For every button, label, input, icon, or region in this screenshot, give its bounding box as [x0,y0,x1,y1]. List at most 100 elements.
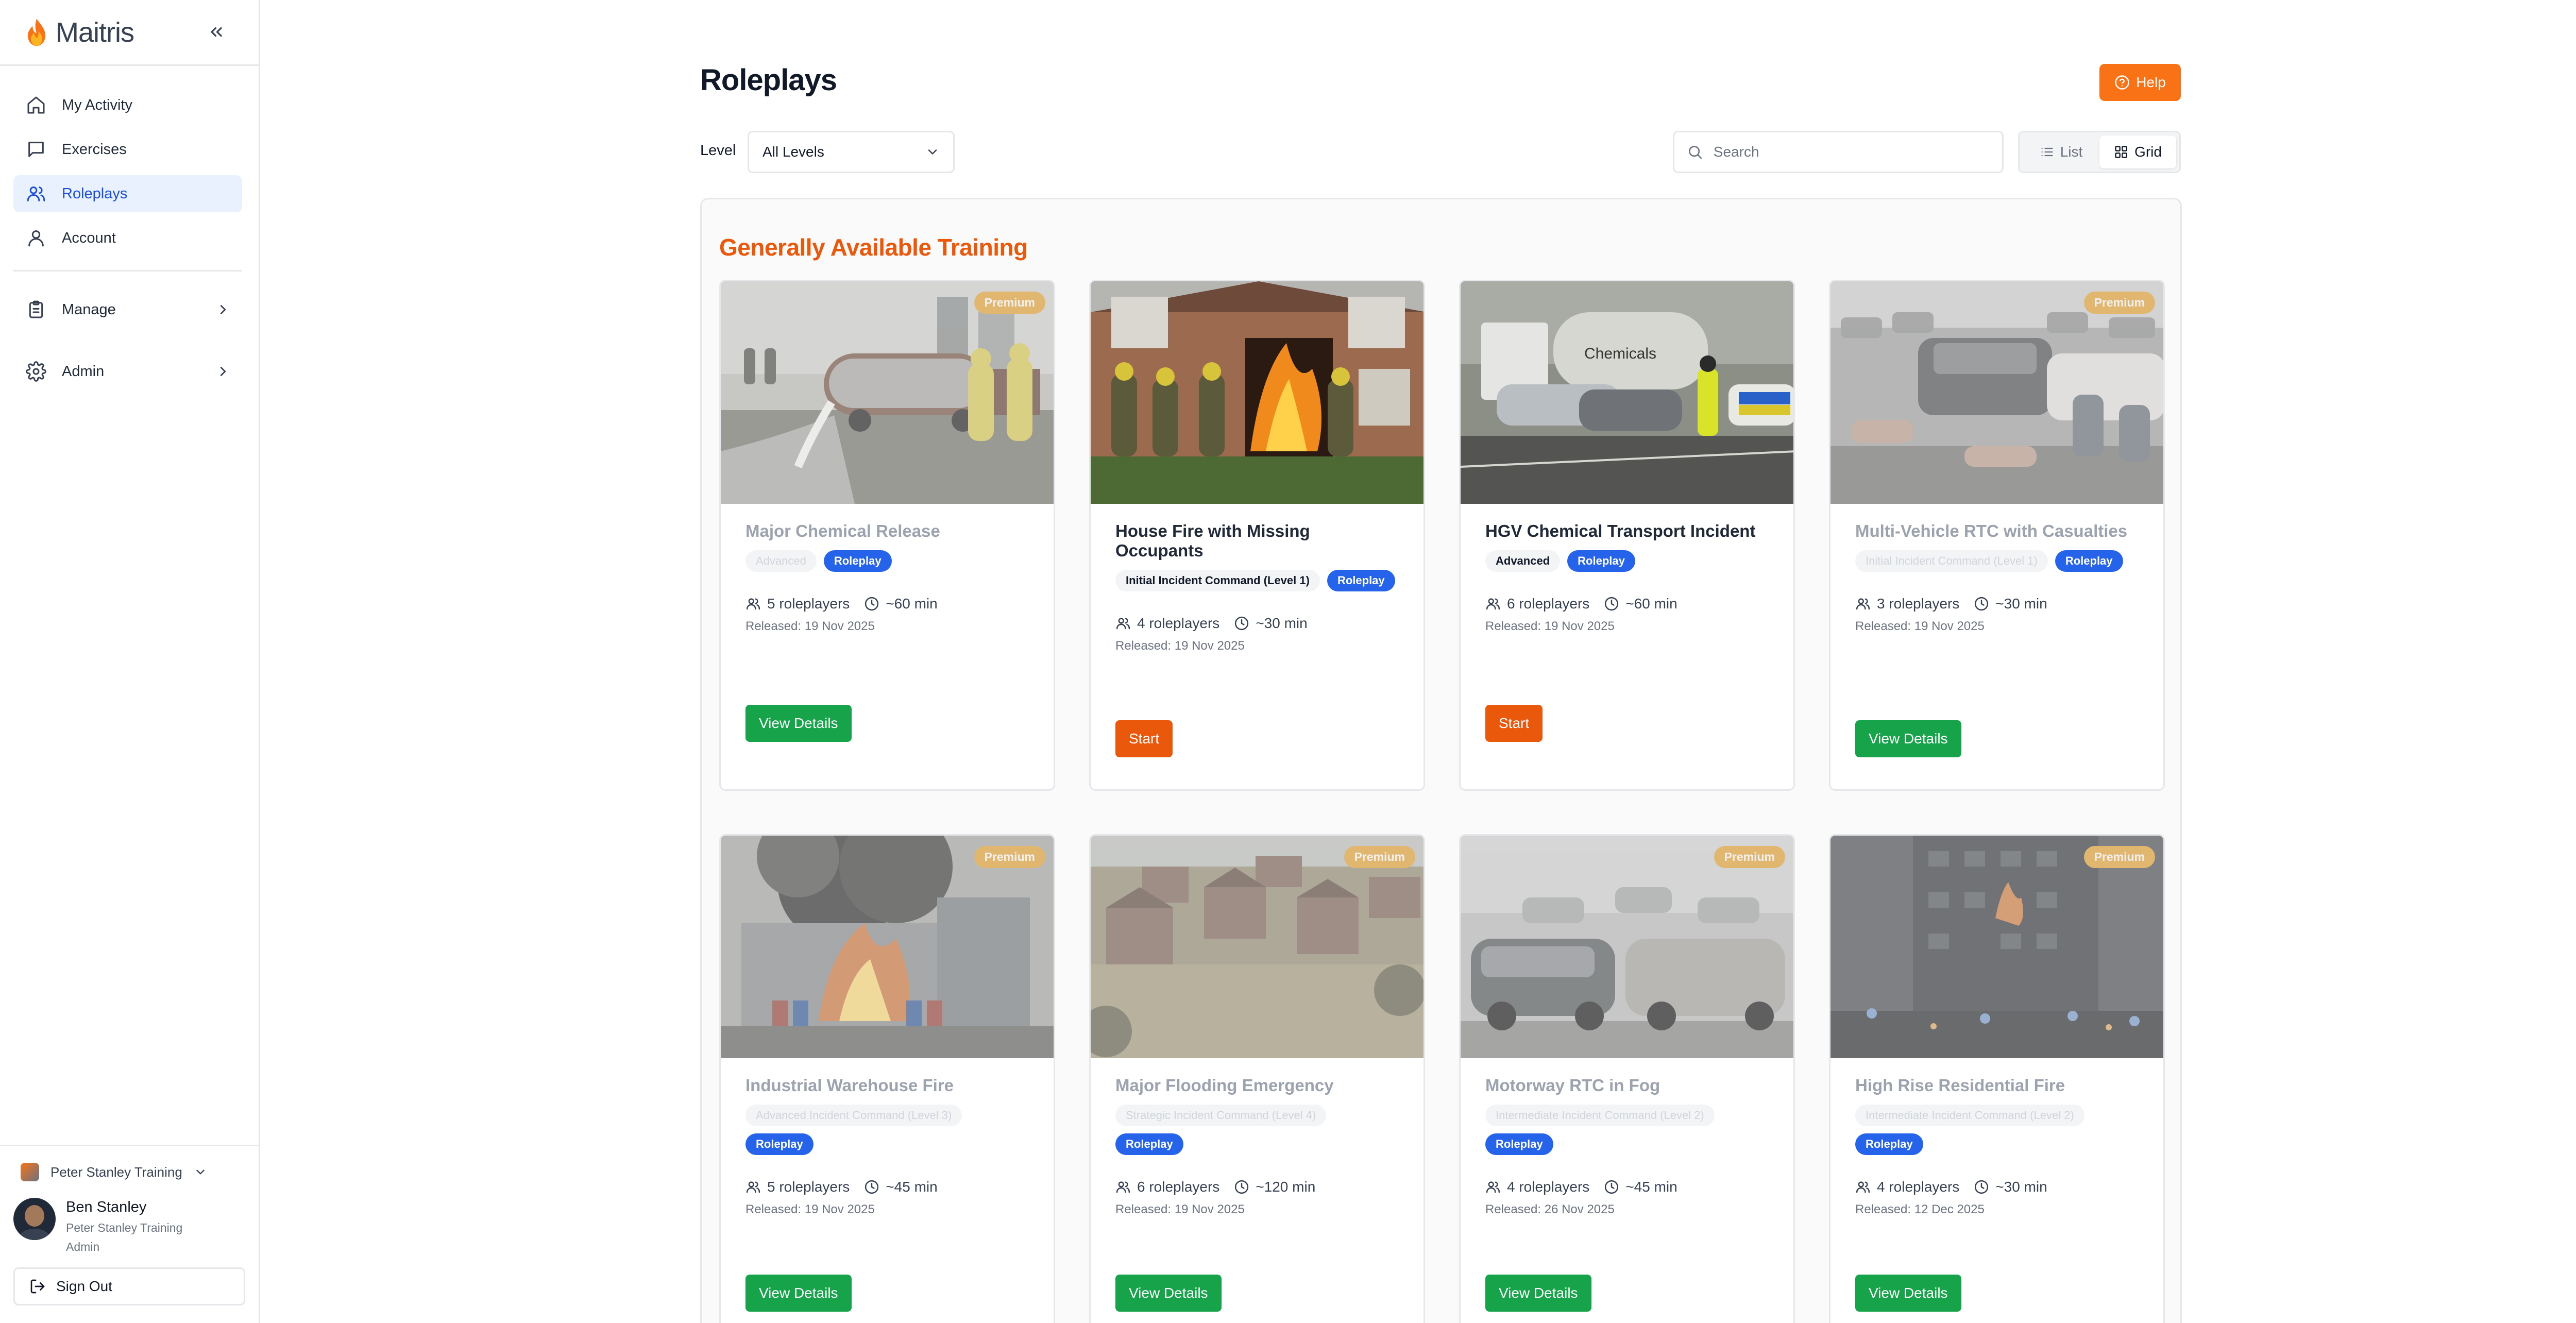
level-label: Level [700,142,736,159]
type-badge: Roleplay [1567,550,1635,572]
list-icon [2041,147,2053,157]
clock-icon [1975,597,1989,611]
start-button[interactable]: Start [1485,705,1543,742]
release-date: Released: 19 Nov 2025 [745,1202,875,1216]
user-icon [28,230,44,247]
view-details-button[interactable]: View Details [1115,1275,1222,1312]
roleplayer-count: 5 roleplayers [767,596,850,612]
view-details-button[interactable]: View Details [745,705,852,742]
search-input[interactable] [1713,144,1990,160]
users-icon [1486,1181,1500,1193]
release-date: Released: 19 Nov 2025 [1115,1202,1245,1216]
clock-icon [1605,1180,1619,1194]
view-grid-label: Grid [2134,144,2162,160]
roleplay-card[interactable]: Chemicals HGV Chemical Transport Inciden… [1459,280,1795,791]
sidebar-item-label: Exercises [62,141,127,158]
premium-badge: Premium [974,846,1045,868]
type-badge: Roleplay [1485,1133,1553,1155]
clock-icon [1235,616,1249,631]
card-image: Premium [1461,836,1793,1058]
help-button[interactable]: Help [2099,64,2181,101]
roleplay-card[interactable]: Premium Major Flooding Emergency Strateg… [1089,834,1425,1323]
card-title: HGV Chemical Transport Incident [1485,521,1756,540]
card-body: High Rise Residential Fire Intermediate … [1831,1058,2163,1217]
users-icon [27,186,45,201]
user-org: Peter Stanley Training [66,1221,183,1234]
release-date: Released: 12 Dec 2025 [1855,1202,1985,1216]
type-badge: Roleplay [823,550,892,572]
main-content: Roleplays Help Level All Levels List Gri… [260,0,2576,1323]
sidebar-item-exercises[interactable]: Exercises [13,131,242,168]
sign-out-button[interactable]: Sign Out [13,1267,245,1305]
users-icon [746,1181,760,1193]
view-toggle: List Grid [2018,131,2181,173]
search-box [1673,131,2004,173]
duration: ~30 min [1995,1179,2047,1195]
sidebar-item-account[interactable]: Account [13,219,242,257]
chat-icon [28,142,44,157]
view-list-button[interactable]: List [2023,135,2099,168]
card-image: Premium [1831,281,2163,504]
roleplay-card[interactable]: House Fire with Missing Occupants Initia… [1089,280,1425,791]
premium-badge: Premium [2083,846,2155,868]
chevron-right-icon [220,305,226,314]
help-label: Help [2136,74,2166,90]
view-details-button[interactable]: View Details [1855,1275,1961,1312]
roleplay-card[interactable]: Premium High Rise Residential Fire Inter… [1829,834,2165,1323]
duration: ~45 min [1625,1179,1677,1195]
sidebar-item-my-activity[interactable]: My Activity [13,87,242,124]
release-date: Released: 19 Nov 2025 [1855,619,1985,633]
collapse-sidebar-button[interactable] [205,21,228,43]
page-title: Roleplays [700,63,837,97]
roleplay-card[interactable]: Premium Motorway RTC in Fog Intermediate… [1459,834,1795,1323]
sidebar-item-roleplays[interactable]: Roleplays [13,175,242,212]
sidebar-item-admin[interactable]: Admin [13,353,242,390]
premium-badge: Premium [1714,846,1785,868]
level-badge: Strategic Incident Command (Level 4) [1115,1105,1327,1126]
duration: ~120 min [1256,1179,1316,1195]
duration: ~45 min [886,1179,938,1195]
release-date: Released: 19 Nov 2025 [745,619,875,633]
card-title: House Fire with Missing Occupants [1115,521,1310,560]
section-title: Generally Available Training [719,234,1028,261]
roleplay-card[interactable]: Premium Major Chemical Release Advanced … [719,280,1055,791]
start-button[interactable]: Start [1115,720,1173,757]
card-body: Motorway RTC in Fog Intermediate Inciden… [1461,1058,1793,1217]
users-icon [1856,598,1870,610]
clock-icon [1975,1180,1989,1194]
level-badge: Intermediate Incident Command (Level 2) [1855,1105,2084,1126]
card-image: Premium [721,281,1054,504]
users-icon [1856,1181,1870,1193]
duration: ~60 min [886,596,938,612]
view-details-button[interactable]: View Details [745,1275,852,1312]
view-details-button[interactable]: View Details [1485,1275,1591,1312]
card-image: Premium [1831,836,2163,1058]
level-select[interactable]: All Levels [748,131,955,173]
grid-icon [2115,146,2127,158]
card-title: High Rise Residential Fire [1855,1076,2065,1095]
card-body: Multi-Vehicle RTC with Casualties Initia… [1831,504,2163,634]
clock-icon [865,1180,879,1194]
logo-flame-icon [27,19,46,46]
release-date: Released: 19 Nov 2025 [1115,639,1245,653]
svg-text:Chemicals: Chemicals [1584,345,1656,362]
level-select-value: All Levels [762,144,824,160]
logo[interactable]: Maitris [21,16,134,48]
view-grid-button[interactable]: Grid [2099,135,2176,168]
chevron-right-icon [220,367,226,376]
roleplay-card[interactable]: Premium Industrial Warehouse Fire Advanc… [719,834,1055,1323]
duration: ~30 min [1995,596,2047,612]
view-details-button[interactable]: View Details [1855,720,1961,757]
users-icon [746,598,760,610]
sidebar-item-manage[interactable]: Manage [13,291,242,328]
sidebar-header: Maitris [0,0,259,66]
org-switcher[interactable]: Peter Stanley Training [13,1146,245,1198]
premium-badge: Premium [2083,292,2155,314]
level-badge: Intermediate Incident Command (Level 2) [1485,1105,1715,1126]
user-name: Ben Stanley [66,1199,147,1215]
roleplayer-count: 5 roleplayers [767,1179,850,1195]
nav-divider [13,270,242,272]
roleplay-card[interactable]: Premium Multi-Vehicle RTC with Casualtie… [1829,280,2165,791]
card-image: Premium [1091,836,1423,1058]
users-icon [1486,598,1500,610]
